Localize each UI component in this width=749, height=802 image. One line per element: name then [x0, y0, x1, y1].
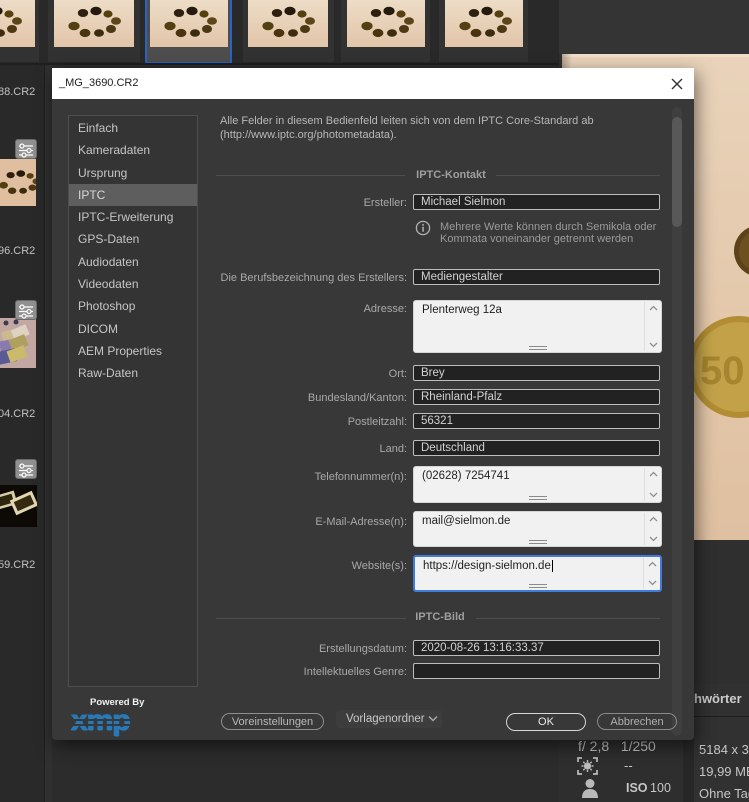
svg-text:50: 50 [700, 349, 745, 393]
